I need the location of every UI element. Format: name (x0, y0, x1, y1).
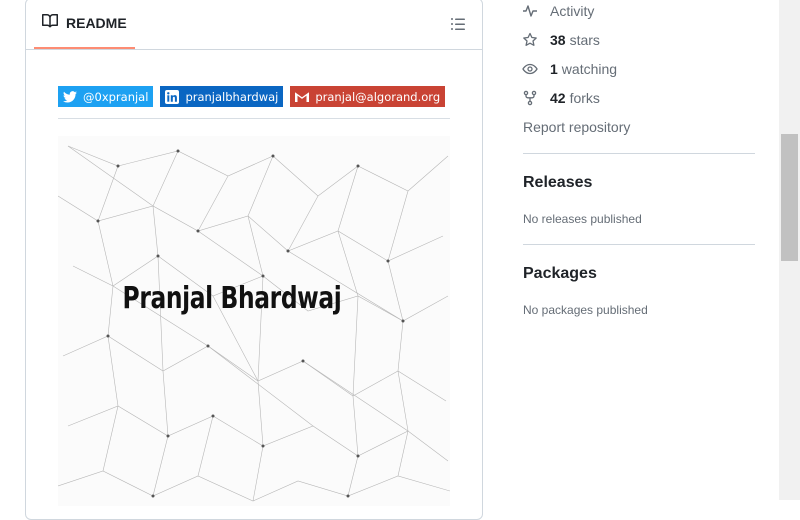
scrollbar-thumb[interactable] (781, 134, 798, 261)
fork-icon (522, 90, 538, 106)
banner-image: Pranjal Bhardwaj (58, 136, 450, 506)
linkedin-icon (165, 89, 180, 104)
forks-link[interactable]: 42 forks (522, 90, 600, 106)
watching-count: 1 (550, 61, 558, 77)
watching-label: watching (561, 61, 618, 77)
star-icon (522, 32, 538, 48)
readme-panel: README @0xpranjal pranjalbhardwaj pranja… (25, 0, 483, 520)
linkedin-badge-label: pranjalbhardwaj (185, 89, 279, 104)
packages-note: No packages published (523, 303, 648, 317)
sidebar-divider-1 (523, 153, 755, 154)
gmail-badge[interactable]: pranjal@algorand.org (290, 86, 446, 107)
readme-header: README (26, 0, 482, 50)
sidebar-divider-2 (523, 244, 755, 245)
packages-heading[interactable]: Packages (523, 265, 597, 283)
book-icon (42, 13, 59, 34)
activity-link[interactable]: Activity (522, 3, 594, 19)
forks-count: 42 (550, 90, 566, 106)
watching-link[interactable]: 1 watching (522, 61, 617, 77)
activity-label: Activity (550, 3, 595, 19)
pulse-icon (522, 3, 538, 19)
stars-count: 38 (550, 32, 566, 48)
report-repository-link[interactable]: Report repository (523, 119, 630, 135)
banner-name-text: Pranjal Bhardwaj (122, 281, 342, 316)
table-of-contents-icon[interactable] (450, 16, 466, 32)
twitter-badge[interactable]: @0xpranjal (58, 86, 154, 107)
twitter-badge-label: @0xpranjal (83, 89, 149, 104)
twitter-icon (63, 90, 77, 103)
report-repository-label: Report repository (523, 119, 631, 135)
gmail-icon (295, 92, 310, 102)
network-background-graphic (58, 145, 450, 502)
eye-icon (522, 61, 538, 77)
readme-tab-label: README (66, 15, 127, 31)
linkedin-badge[interactable]: pranjalbhardwaj (160, 86, 284, 107)
releases-note: No releases published (523, 212, 642, 226)
readme-divider (58, 118, 450, 119)
stars-link[interactable]: 38 stars (522, 32, 600, 48)
readme-tab[interactable]: README (34, 0, 135, 49)
stars-label: stars (569, 32, 600, 48)
gmail-badge-label: pranjal@algorand.org (315, 89, 441, 104)
forks-label: forks (569, 90, 600, 106)
releases-heading[interactable]: Releases (523, 174, 592, 192)
badge-row: @0xpranjal pranjalbhardwaj pranjal@algor… (58, 86, 446, 107)
